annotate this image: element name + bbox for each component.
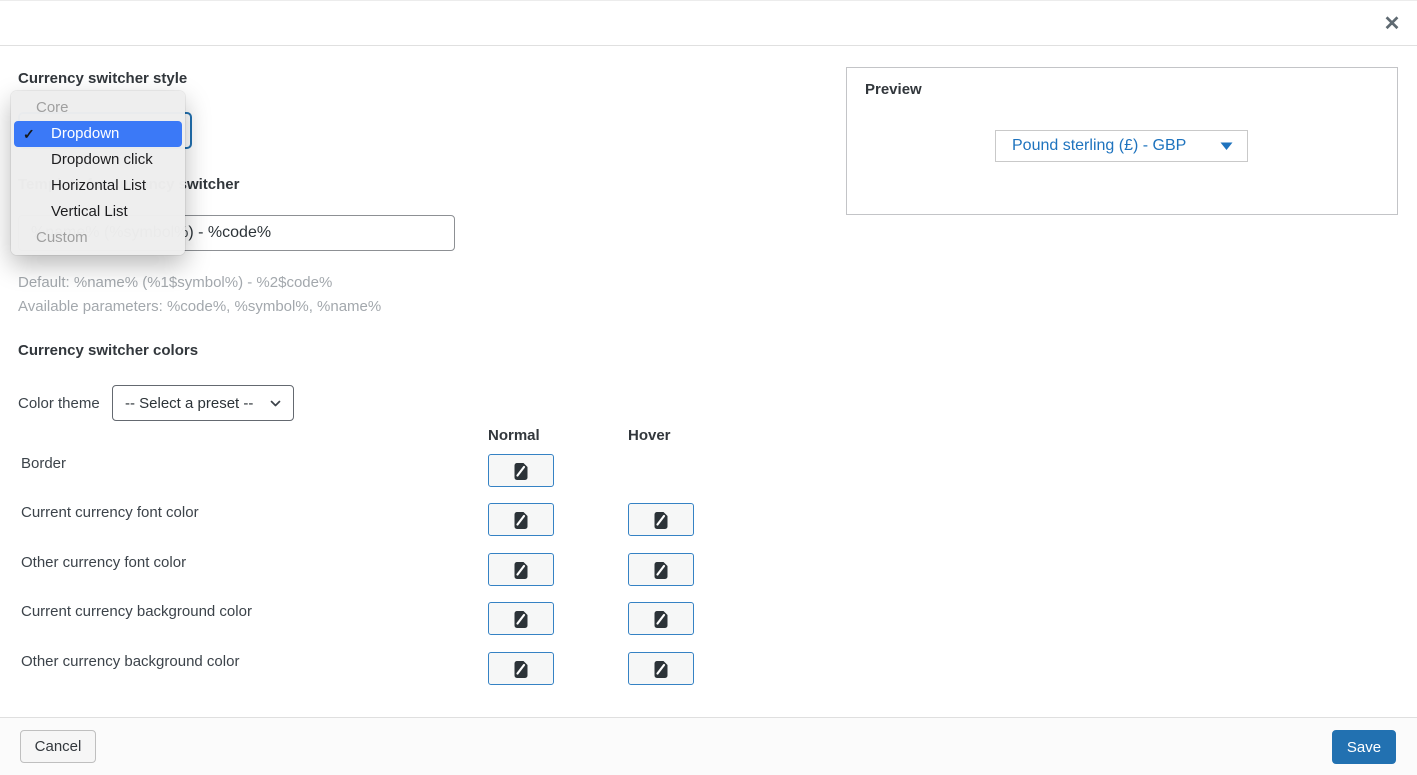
color-theme-select-value: -- Select a preset --	[125, 395, 253, 412]
template-default-hint: Default: %name% (%1$symbol%) - %2$code%	[18, 274, 332, 291]
row-label-current-font: Current currency font color	[21, 503, 199, 523]
pencil-icon	[651, 510, 671, 530]
cancel-button[interactable]: Cancel	[20, 730, 96, 763]
pencil-icon	[511, 659, 531, 679]
save-button[interactable]: Save	[1332, 730, 1396, 764]
checkmark-icon: ✓	[23, 121, 35, 147]
column-header-hover: Hover	[628, 427, 671, 444]
dropdown-arrow-icon	[1220, 142, 1233, 151]
row-label-other-bg: Other currency background color	[21, 652, 239, 672]
color-picker-other-bg-hover[interactable]	[628, 652, 694, 685]
color-picker-other-font-hover[interactable]	[628, 553, 694, 586]
currency-switcher-colors-heading: Currency switcher colors	[18, 342, 198, 359]
color-theme-label: Color theme	[18, 394, 100, 414]
preview-panel: Preview Pound sterling (£) - GBP	[846, 67, 1398, 215]
close-icon[interactable]: ✕	[1379, 11, 1405, 37]
menu-item-dropdown-click[interactable]: Dropdown click	[11, 147, 185, 173]
chevron-down-icon	[268, 396, 283, 411]
template-params-hint: Available parameters: %code%, %symbol%, …	[18, 298, 381, 315]
menu-item-horizontal-list[interactable]: Horizontal List	[11, 173, 185, 199]
preview-heading: Preview	[865, 81, 922, 98]
color-picker-other-font-normal[interactable]	[488, 553, 554, 586]
menu-group-core: Core	[11, 95, 185, 121]
style-dropdown-menu: Core ✓ Dropdown Dropdown click Horizonta…	[11, 91, 185, 255]
currency-switcher-style-heading: Currency switcher style	[18, 70, 187, 87]
row-label-other-font: Other currency font color	[21, 553, 186, 573]
preview-currency-switcher[interactable]: Pound sterling (£) - GBP	[995, 130, 1248, 162]
column-header-normal: Normal	[488, 427, 540, 444]
color-theme-select[interactable]: -- Select a preset --	[112, 385, 294, 421]
pencil-icon	[651, 659, 671, 679]
menu-item-vertical-list[interactable]: Vertical List	[11, 199, 185, 225]
pencil-icon	[511, 461, 531, 481]
menu-item-label: Dropdown	[51, 125, 119, 142]
color-picker-current-font-hover[interactable]	[628, 503, 694, 536]
modal-footer: Cancel Save	[0, 717, 1417, 775]
preview-currency-value: Pound sterling (£) - GBP	[1012, 137, 1186, 155]
pencil-icon	[511, 510, 531, 530]
pencil-icon	[511, 560, 531, 580]
pencil-icon	[511, 609, 531, 629]
color-picker-current-bg-normal[interactable]	[488, 602, 554, 635]
color-picker-current-bg-hover[interactable]	[628, 602, 694, 635]
modal-header: ✕	[0, 0, 1417, 46]
row-label-current-bg: Current currency background color	[21, 602, 252, 622]
color-picker-border-normal[interactable]	[488, 454, 554, 487]
menu-item-dropdown[interactable]: ✓ Dropdown	[14, 121, 182, 147]
color-picker-other-bg-normal[interactable]	[488, 652, 554, 685]
color-picker-current-font-normal[interactable]	[488, 503, 554, 536]
row-label-border: Border	[21, 454, 66, 474]
pencil-icon	[651, 609, 671, 629]
menu-group-custom: Custom	[11, 225, 185, 251]
pencil-icon	[651, 560, 671, 580]
